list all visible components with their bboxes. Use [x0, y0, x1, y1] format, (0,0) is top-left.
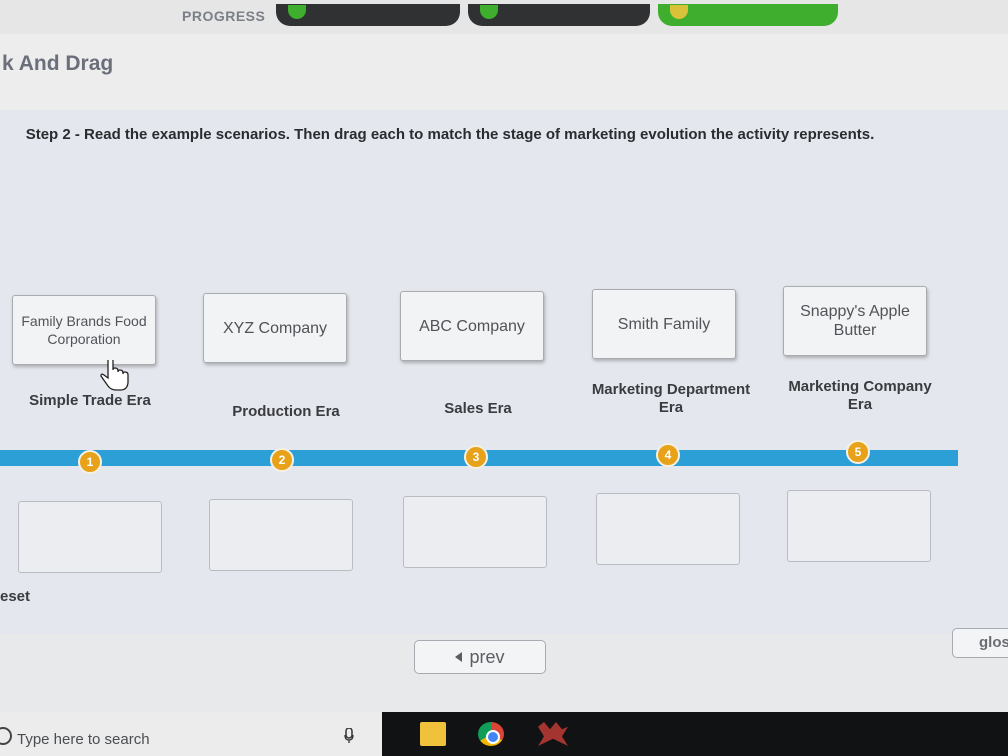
- scenario-card-snappys[interactable]: Snappy's Apple Butter: [783, 286, 927, 356]
- reset-button[interactable]: eset: [0, 588, 30, 605]
- scenario-card-abc[interactable]: ABC Company: [400, 291, 544, 361]
- scenario-card-xyz[interactable]: XYZ Company: [203, 293, 347, 363]
- era-marker-2: 2: [270, 448, 294, 472]
- era-label-marketing-company: Marketing Company Era: [788, 378, 932, 413]
- era-label-marketing-department: Marketing Department Era: [591, 381, 751, 416]
- title-band: [0, 34, 1008, 110]
- progress-label: PROGRESS: [182, 8, 266, 24]
- chrome-center-icon: [486, 730, 500, 744]
- taskbar-apps: [382, 712, 1008, 756]
- era-label-production: Production Era: [232, 403, 340, 420]
- prev-label: prev: [469, 646, 505, 667]
- microphone-icon[interactable]: [344, 728, 354, 744]
- era-label-sales: Sales Era: [444, 400, 512, 417]
- page-title: k And Drag: [2, 52, 114, 75]
- glossary-button[interactable]: glos: [952, 628, 1008, 658]
- era-marker-4: 4: [656, 443, 680, 467]
- progress-step-1[interactable]: [276, 4, 460, 26]
- file-explorer-icon[interactable]: [420, 722, 446, 746]
- progress-step-2[interactable]: [468, 4, 650, 26]
- scenario-card-family-brands[interactable]: Family Brands Food Corporation: [12, 295, 156, 365]
- prev-button[interactable]: prev: [414, 640, 546, 674]
- drop-zone-2[interactable]: [209, 499, 353, 571]
- chevron-left-icon: [455, 652, 463, 662]
- progress-step-3[interactable]: [658, 4, 838, 26]
- drop-zone-3[interactable]: [403, 496, 547, 568]
- drop-zone-1[interactable]: [18, 501, 162, 573]
- check-dot-icon: [288, 5, 306, 19]
- current-dot-icon: [670, 5, 688, 19]
- scenario-card-smith-family[interactable]: Smith Family: [592, 289, 736, 359]
- drop-zone-4[interactable]: [596, 493, 740, 565]
- hand-cursor-icon: [100, 360, 129, 391]
- taskbar-search-input[interactable]: Type here to search: [17, 731, 150, 748]
- era-marker-1: 1: [78, 450, 102, 474]
- check-dot-icon: [480, 5, 498, 19]
- era-label-simple-trade: Simple Trade Era: [29, 392, 151, 409]
- era-marker-3: 3: [464, 445, 488, 469]
- era-marker-5: 5: [846, 440, 870, 464]
- instruction-text: Step 2 - Read the example scenarios. The…: [25, 126, 875, 143]
- drop-zone-5[interactable]: [787, 490, 931, 562]
